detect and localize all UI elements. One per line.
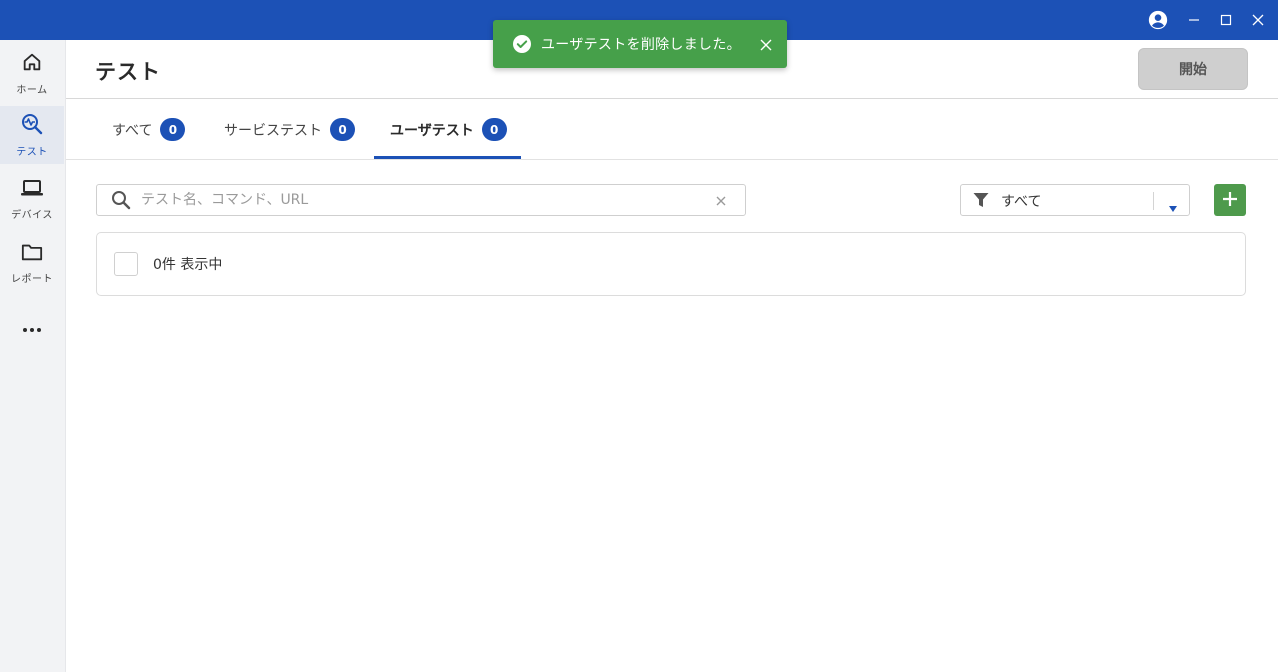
sidebar-item-reports[interactable]: レポート (0, 234, 64, 292)
sidebar-item-more[interactable] (0, 298, 64, 356)
active-tab-indicator (374, 156, 521, 159)
select-all-checkbox[interactable] (114, 252, 138, 276)
clear-search-icon[interactable] (715, 193, 727, 212)
more-icon (22, 318, 42, 337)
add-test-button[interactable] (1214, 184, 1246, 216)
sidebar-item-test[interactable]: テスト (0, 106, 64, 164)
start-button[interactable]: 開始 (1138, 48, 1248, 90)
tab-label: サービステスト (224, 122, 322, 139)
count-badge: 0 (330, 118, 355, 141)
tab-service-tests[interactable]: サービステスト 0 (224, 100, 355, 159)
filter-select[interactable]: すべて (960, 184, 1190, 216)
minimize-icon[interactable] (1182, 8, 1206, 32)
chevron-down-icon (1169, 197, 1177, 216)
search-input[interactable] (141, 185, 701, 215)
folder-icon (21, 242, 43, 266)
sidebar-item-home[interactable]: ホーム (0, 44, 64, 102)
maximize-icon[interactable] (1214, 8, 1238, 32)
check-circle-icon (513, 35, 531, 57)
test-search-icon (20, 113, 44, 139)
filter-value: すべて (1001, 194, 1042, 210)
filter-divider (1153, 192, 1154, 210)
sidebar-item-devices[interactable]: デバイス (0, 170, 64, 228)
sidebar-item-label: ホーム (16, 84, 48, 96)
laptop-icon (20, 178, 44, 202)
toast-message: ユーザテストを削除しました。 (541, 37, 741, 53)
tab-label: すべて (112, 122, 153, 139)
sidebar-item-label: デバイス (11, 209, 53, 221)
count-badge: 0 (160, 118, 186, 141)
tab-label: ユーザテスト (390, 122, 474, 139)
toast-close-icon[interactable] (759, 37, 773, 56)
sidebar-item-label: テスト (16, 146, 48, 158)
plus-icon (1223, 191, 1237, 210)
account-circle-icon[interactable] (1146, 8, 1170, 32)
search-box (96, 184, 746, 216)
home-icon (21, 51, 43, 77)
search-icon (111, 190, 131, 214)
result-count: 0件 表示中 (153, 257, 223, 273)
tab-all[interactable]: すべて 0 (112, 100, 186, 159)
close-icon[interactable] (1246, 8, 1270, 32)
toast-notification: ユーザテストを削除しました。 (493, 20, 787, 68)
sidebar-item-label: レポート (11, 273, 53, 285)
test-list-panel: 0件 表示中 (96, 232, 1246, 296)
count-badge: 0 (481, 118, 507, 141)
sidebar: ホーム テスト デバイス レポート (0, 40, 66, 672)
tab-bar: すべて 0 サービステスト 0 ユーザテスト 0 (66, 100, 1278, 160)
tab-user-tests[interactable]: ユーザテスト 0 (390, 100, 507, 159)
filter-icon (973, 192, 989, 212)
page-title: テスト (95, 60, 161, 84)
